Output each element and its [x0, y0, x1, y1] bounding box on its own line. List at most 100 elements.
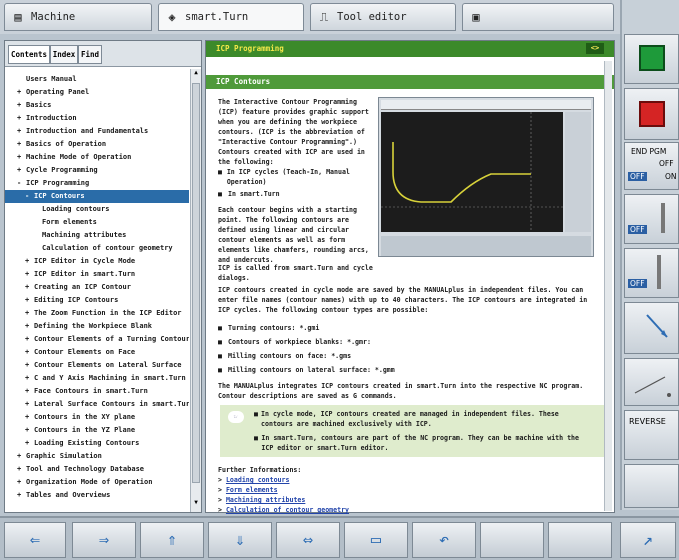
- tree-item[interactable]: - ICP Programming: [5, 177, 189, 190]
- tree-item[interactable]: + Machine Mode of Operation: [5, 151, 189, 164]
- tree-item[interactable]: + Introduction and Fundamentals: [5, 125, 189, 138]
- tree-item[interactable]: + Introduction: [5, 112, 189, 125]
- content-icon[interactable]: ▭: [344, 522, 408, 558]
- expand-icon[interactable]: +: [25, 307, 34, 320]
- expand-icon[interactable]: +: [25, 437, 34, 450]
- tree-item-label: Face Contours in smart.Turn: [34, 387, 148, 395]
- tree-item[interactable]: + Tool and Technology Database: [5, 463, 189, 476]
- expand-icon[interactable]: +: [17, 151, 26, 164]
- tab-save[interactable]: ▣: [462, 3, 614, 31]
- doc-scrollbar[interactable]: [604, 61, 612, 511]
- further-link[interactable]: > Machining attributes: [218, 495, 602, 505]
- tree-item[interactable]: + Editing ICP Contours: [5, 294, 189, 307]
- reverse-button[interactable]: REVERSE: [624, 410, 679, 460]
- end-pgm-button[interactable]: END PGM OFF OFF ON: [624, 142, 679, 190]
- tree-item[interactable]: Calculation of contour geometry: [5, 242, 189, 255]
- tree-item[interactable]: + Operating Panel: [5, 86, 189, 99]
- softkey-blank-1[interactable]: [480, 522, 544, 558]
- tree-item[interactable]: Users Manual: [5, 73, 189, 86]
- tree-item[interactable]: Form elements: [5, 216, 189, 229]
- tab-index[interactable]: Index: [50, 45, 78, 64]
- expand-icon[interactable]: +: [25, 281, 34, 294]
- expand-icon[interactable]: +: [17, 86, 26, 99]
- back-arrow-icon[interactable]: ⇐: [4, 522, 66, 558]
- machine-stop-button[interactable]: [624, 88, 679, 140]
- expand-icon[interactable]: +: [17, 99, 26, 112]
- expand-icon[interactable]: +: [17, 125, 26, 138]
- tree-item[interactable]: + Contours in the XY plane: [5, 411, 189, 424]
- further-link[interactable]: > Calculation of contour geometry: [218, 505, 602, 515]
- expand-icon[interactable]: +: [25, 385, 34, 398]
- expand-icon[interactable]: +: [25, 255, 34, 268]
- expand-icon[interactable]: +: [17, 164, 26, 177]
- tree-item[interactable]: + Basics: [5, 99, 189, 112]
- tree-item[interactable]: Loading contours: [5, 203, 189, 216]
- return-icon[interactable]: ↶: [412, 522, 476, 558]
- further-link[interactable]: > Loading contours: [218, 475, 602, 485]
- expand-icon[interactable]: +: [25, 398, 34, 411]
- tab-tool-editor[interactable]: ⎍ Tool editor: [310, 3, 456, 31]
- expand-icon[interactable]: +: [25, 424, 34, 437]
- tree-item[interactable]: + Contours in the YZ Plane: [5, 424, 189, 437]
- tab-contents[interactable]: Contents: [8, 45, 50, 64]
- contents-scrollbar[interactable]: ▲ ▼: [190, 69, 201, 512]
- tab-machine[interactable]: ▤ Machine: [4, 3, 152, 31]
- tree-item[interactable]: - ICP Contours: [5, 190, 189, 203]
- tab-smart-turn[interactable]: ◈ smart.Turn: [158, 3, 304, 31]
- tree-item[interactable]: + Face Contours in smart.Turn: [5, 385, 189, 398]
- tree-item[interactable]: + Basics of Operation: [5, 138, 189, 151]
- tree-item[interactable]: + Creating an ICP Contour: [5, 281, 189, 294]
- tab-find[interactable]: Find: [78, 45, 102, 64]
- tree-item[interactable]: + ICP Editor in smart.Turn: [5, 268, 189, 281]
- expand-icon[interactable]: +: [17, 450, 26, 463]
- list-item: ■ In smart.Turn, contours are part of the…: [254, 434, 579, 452]
- softkey-4[interactable]: OFF: [624, 248, 679, 298]
- tree-item[interactable]: Machining attributes: [5, 229, 189, 242]
- softkey-3[interactable]: OFF: [624, 194, 679, 244]
- tree-item[interactable]: + Cycle Programming: [5, 164, 189, 177]
- forward-arrow-icon[interactable]: ⇒: [72, 522, 136, 558]
- tree-item[interactable]: + C and Y Axis Machining in smart.Turn: [5, 372, 189, 385]
- expand-icon[interactable]: +: [17, 476, 26, 489]
- scroll-up-icon[interactable]: ▲: [191, 69, 201, 81]
- expand-icon[interactable]: +: [25, 320, 34, 333]
- expand-icon[interactable]: +: [17, 138, 26, 151]
- expand-icon[interactable]: +: [25, 268, 34, 281]
- tree-item[interactable]: + Contour Elements of a Turning Contour: [5, 333, 189, 346]
- expand-icon[interactable]: +: [17, 112, 26, 125]
- expand-icon[interactable]: +: [25, 294, 34, 307]
- tree-item[interactable]: + Defining the Workpiece Blank: [5, 320, 189, 333]
- expand-icon[interactable]: +: [25, 333, 34, 346]
- page-down-icon[interactable]: ⇓: [208, 522, 272, 558]
- page-up-icon[interactable]: ⇑: [140, 522, 204, 558]
- tree-item-label: Calculation of contour geometry: [42, 244, 173, 252]
- softkey-blank-2[interactable]: [548, 522, 612, 558]
- tree-item[interactable]: + Contour Elements on Lateral Surface: [5, 359, 189, 372]
- softkey-5[interactable]: [624, 302, 679, 354]
- tree-item[interactable]: + Organization Mode of Operation: [5, 476, 189, 489]
- softkey-switch-icon[interactable]: ↗: [620, 522, 676, 558]
- expand-icon[interactable]: +: [25, 372, 34, 385]
- expand-icon[interactable]: +: [17, 463, 26, 476]
- expand-icon[interactable]: +: [25, 346, 34, 359]
- window-size-icon[interactable]: ⇔: [276, 522, 340, 558]
- machine-start-button[interactable]: [624, 34, 679, 84]
- tree-item[interactable]: + ICP Editor in Cycle Mode: [5, 255, 189, 268]
- tree-item[interactable]: + Loading Existing Contours: [5, 437, 189, 450]
- tree-item[interactable]: + Graphic Simulation: [5, 450, 189, 463]
- softkey-8[interactable]: [624, 464, 679, 508]
- doc-nav-button[interactable]: <>: [586, 43, 604, 54]
- tree-item[interactable]: + Contour Elements on Face: [5, 346, 189, 359]
- expand-icon[interactable]: +: [25, 411, 34, 424]
- softkey-6[interactable]: [624, 358, 679, 406]
- expand-icon[interactable]: +: [17, 489, 26, 502]
- tree-item[interactable]: + Lateral Surface Contours in smart.Turn: [5, 398, 189, 411]
- tree-item[interactable]: + Tables and Overviews: [5, 489, 189, 502]
- expand-icon[interactable]: +: [25, 359, 34, 372]
- collapse-icon[interactable]: -: [25, 190, 34, 203]
- collapse-icon[interactable]: -: [17, 177, 26, 190]
- scroll-down-icon[interactable]: ▼: [191, 499, 201, 511]
- further-link[interactable]: > Form elements: [218, 485, 602, 495]
- tree-item[interactable]: + The Zoom Function in the ICP Editor: [5, 307, 189, 320]
- scroll-thumb[interactable]: [192, 83, 200, 483]
